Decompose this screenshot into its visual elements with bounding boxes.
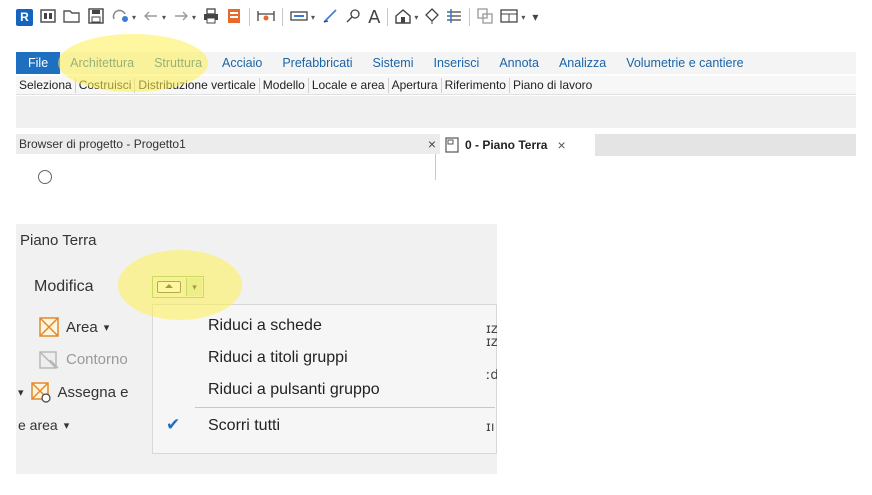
panel-modello[interactable]: Modello [260, 77, 309, 93]
ribbon-minimize-menu: Riduci a schede Riduci a titoli gruppi R… [152, 304, 497, 454]
menu-item-riduci-titoli-gruppi[interactable]: Riduci a titoli gruppi [208, 349, 348, 367]
document-icon[interactable] [226, 8, 242, 27]
tab-sistemi[interactable]: Sistemi [363, 52, 424, 74]
panel-distribuzione-verticale[interactable]: Distribuzione verticale [135, 77, 260, 93]
area-group-title[interactable]: e area ▾ [18, 417, 69, 433]
revit-logo[interactable]: R [16, 8, 33, 26]
chevron-down-icon[interactable]: ▾ [18, 386, 24, 399]
ribbon-fragment: ɪı [486, 420, 495, 435]
info-icon[interactable] [40, 8, 56, 27]
ribbon-panel-bar: Seleziona Costruisci Distribuzione verti… [16, 76, 856, 95]
assegna-button[interactable]: ▾ Assegna e [18, 381, 128, 403]
open-folder-icon[interactable] [63, 8, 81, 27]
assegna-label: Assegna e [57, 383, 129, 401]
menu-item-riduci-schede[interactable]: Riduci a schede [208, 317, 322, 335]
panel-costruisci[interactable]: Costruisci [76, 77, 136, 93]
ribbon-minimize-button[interactable]: ▾ [152, 276, 204, 298]
options-bar [16, 96, 856, 128]
tag-icon[interactable] [322, 8, 338, 27]
area-button[interactable]: Area ▾ [38, 316, 109, 338]
view-tab-bar: 0 - Piano Terra × [440, 134, 856, 156]
chevron-down-icon[interactable]: ▾ [64, 419, 70, 432]
close-icon[interactable]: × [557, 137, 565, 153]
tab-struttura[interactable]: Struttura [144, 52, 212, 74]
ribbon-fragment: ɪz [486, 335, 497, 350]
tab-volumetrie[interactable]: Volumetrie e cantiere [616, 52, 753, 74]
chevron-down-icon[interactable]: ▾ [414, 13, 418, 22]
redo-icon[interactable] [173, 9, 189, 26]
view-tab-piano-terra[interactable]: 0 - Piano Terra × [440, 134, 595, 156]
switch-icon[interactable] [477, 7, 494, 27]
undo-icon[interactable] [143, 9, 159, 26]
chevron-down-icon[interactable]: ▾ [521, 13, 525, 22]
area-label: Area [66, 318, 98, 336]
chevron-down-icon[interactable]: ▾ [104, 321, 110, 334]
project-browser-header: Browser di progetto - Progetto1 × [16, 134, 440, 154]
project-browser [16, 154, 436, 184]
customize-icon[interactable]: ▾ [532, 10, 538, 24]
close-icon[interactable]: × [428, 136, 436, 152]
ribbon-fragment: ːd [486, 368, 497, 383]
window-icon[interactable] [500, 8, 519, 27]
assign-area-icon [30, 382, 51, 403]
measure-icon[interactable] [257, 8, 275, 27]
tab-acciaio[interactable]: Acciaio [212, 52, 272, 74]
grid-icon[interactable] [446, 8, 462, 27]
search-icon[interactable] [38, 170, 52, 184]
chevron-down-icon[interactable]: ▾ [192, 13, 196, 22]
quick-access-toolbar: R ▾ ▾ ▾ ▾ A ▾ ▾ ▾ [16, 2, 856, 32]
area-group-label: e area [18, 417, 58, 433]
save-icon[interactable] [88, 7, 104, 27]
tab-annota[interactable]: Annota [489, 52, 549, 74]
project-browser-title: Browser di progetto - Progetto1 [19, 137, 186, 151]
tab-file[interactable]: File [16, 52, 61, 74]
toolbar-separator [282, 8, 284, 26]
boundary-icon [39, 351, 59, 369]
text-icon[interactable]: A [368, 7, 380, 28]
contorno-button[interactable]: Contorno [38, 348, 128, 370]
home-icon[interactable] [395, 8, 412, 27]
minimize-ribbon-icon [157, 281, 181, 293]
chevron-down-icon[interactable]: ▾ [311, 13, 315, 22]
menu-item-scorri-tutti[interactable]: Scorri tutti [208, 417, 280, 435]
contorno-label: Contorno [66, 350, 128, 368]
chevron-down-icon[interactable]: ▾ [132, 13, 136, 22]
tab-architettura[interactable]: Architettura [60, 52, 144, 74]
panel-riferimento[interactable]: Riferimento [442, 77, 510, 93]
view-tab-title: 0 - Piano Terra [465, 138, 548, 152]
tab-prefabbricati[interactable]: Prefabbricati [272, 52, 362, 74]
point-icon[interactable] [425, 7, 440, 27]
tab-analizza[interactable]: Analizza [549, 52, 616, 74]
modify-label[interactable]: Modifica [34, 278, 94, 296]
print-icon[interactable] [203, 7, 219, 27]
check-icon: ✔ [166, 415, 181, 434]
toolbar-separator [387, 8, 389, 26]
sync-icon[interactable] [111, 8, 129, 27]
floor-plan-icon [445, 137, 459, 153]
zoomed-ribbon-panel: Piano Terra Modifica ▾ Area ▾ Contorno ▾… [16, 224, 497, 474]
chevron-down-icon[interactable]: ▾ [186, 278, 202, 296]
level-icon[interactable] [290, 9, 308, 26]
toolbar-separator [469, 8, 471, 26]
area-icon [39, 317, 59, 337]
panel-seleziona[interactable]: Seleziona [16, 77, 76, 93]
toolbar-separator [249, 8, 251, 26]
panel-piano-di-lavoro[interactable]: Piano di lavoro [510, 78, 595, 93]
menu-divider [195, 407, 495, 408]
panel-locale-e-area[interactable]: Locale e area [309, 77, 389, 93]
dimension-icon[interactable] [345, 8, 361, 27]
ribbon-tab-bar: File Architettura Struttura Acciaio Pref… [16, 52, 856, 74]
panel-apertura[interactable]: Apertura [389, 77, 442, 93]
tab-inserisci[interactable]: Inserisci [423, 52, 489, 74]
menu-item-riduci-pulsanti-gruppo[interactable]: Riduci a pulsanti gruppo [208, 381, 380, 399]
view-name-label: Piano Terra [20, 232, 97, 249]
chevron-down-icon[interactable]: ▾ [162, 13, 166, 22]
